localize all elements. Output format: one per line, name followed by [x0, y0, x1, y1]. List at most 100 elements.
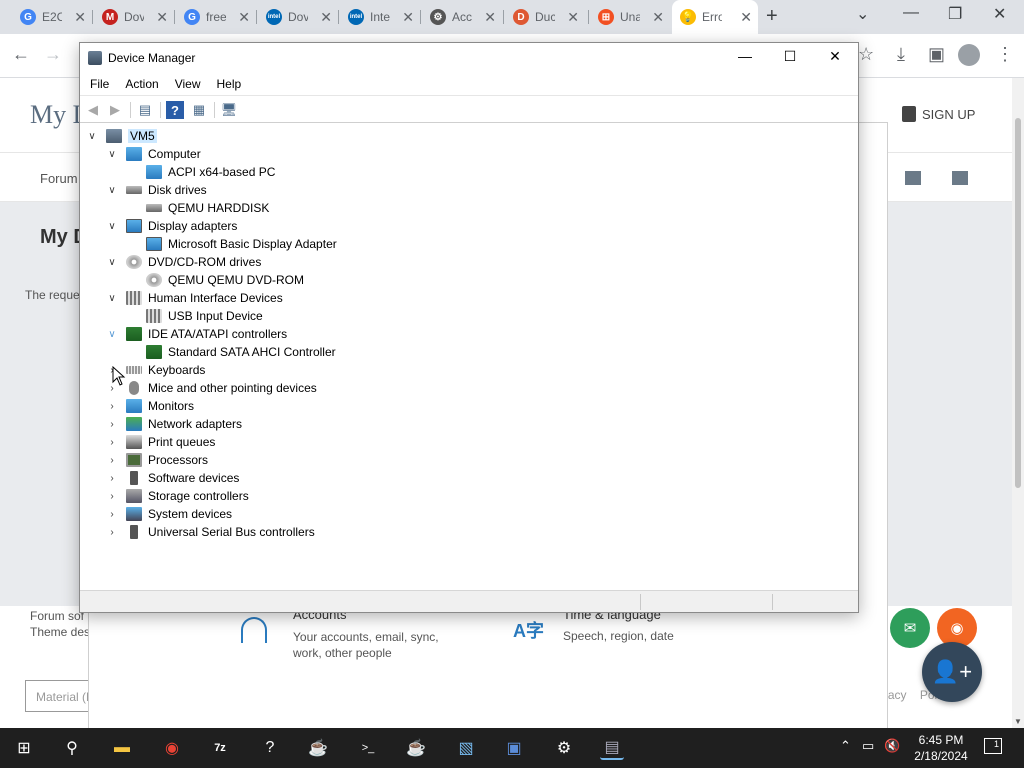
show-hidden-icons-chevron-icon[interactable]: ⌃ — [840, 738, 851, 754]
tab-close-icon[interactable]: ✕ — [740, 9, 752, 26]
java-icon-2[interactable]: ☕ — [404, 736, 428, 760]
network-app-icon[interactable]: ▧ — [454, 736, 478, 760]
command-prompt-icon[interactable]: >_ — [356, 736, 380, 760]
tree-item-monitors[interactable]: › Monitors — [106, 397, 194, 415]
collapsed-chevron-icon[interactable]: › — [106, 527, 118, 538]
scroll-down-arrow-icon[interactable]: ▼ — [1014, 717, 1022, 726]
browser-menu-icon[interactable]: ⋮ — [996, 44, 1014, 65]
browser-tab[interactable]: ⊞ Una ✕ — [590, 0, 670, 34]
sitemap-icon[interactable] — [905, 171, 921, 185]
tree-item-usb-input-device[interactable]: USB Input Device — [126, 307, 263, 325]
tree-item-computer[interactable]: ∨ Computer — [106, 145, 201, 163]
collapsed-chevron-icon[interactable]: › — [106, 491, 118, 502]
browser-tab[interactable]: ⚙ Acc ✕ — [422, 0, 502, 34]
menu-view[interactable]: View — [175, 77, 217, 91]
device-manager-title-bar[interactable]: Device Manager — ☐ ✕ — [80, 43, 858, 73]
tree-item-display-adapters[interactable]: ∨ Display adapters — [106, 217, 237, 235]
expanded-chevron-icon[interactable]: ∨ — [86, 131, 98, 142]
tree-item-qemu-harddisk[interactable]: QEMU HARDDISK — [126, 199, 269, 217]
browser-tab[interactable]: G E2C ✕ — [12, 0, 92, 34]
tree-item-mice[interactable]: › Mice and other pointing devices — [106, 379, 317, 397]
7zip-icon[interactable]: 7z — [208, 736, 232, 760]
tree-item-sata-ahci-controller[interactable]: Standard SATA AHCI Controller — [126, 343, 336, 361]
browser-tab[interactable]: D Duc ✕ — [505, 0, 585, 34]
device-manager-taskbar-icon[interactable]: ▤ — [600, 736, 624, 760]
profile-avatar[interactable] — [958, 44, 980, 66]
collapsed-chevron-icon[interactable]: › — [106, 473, 118, 484]
search-icon[interactable]: ⚲ — [60, 736, 84, 760]
scan-hardware-icon[interactable]: 🖥 — [220, 101, 238, 119]
expanded-chevron-icon[interactable]: ∨ — [106, 257, 118, 268]
network-status-icon[interactable]: ▭ — [862, 738, 874, 754]
page-scrollbar[interactable]: ▼ — [1012, 78, 1024, 728]
tab-close-icon[interactable]: ✕ — [156, 9, 168, 26]
expanded-chevron-icon[interactable]: ∨ — [106, 293, 118, 304]
collapsed-chevron-icon[interactable]: › — [106, 455, 118, 466]
download-icon[interactable]: ⤓ — [897, 44, 905, 65]
tree-item-processors[interactable]: › Processors — [106, 451, 208, 469]
menu-file[interactable]: File — [90, 77, 125, 91]
browser-tab[interactable]: intel Inte ✕ — [340, 0, 420, 34]
tree-item-network-adapters[interactable]: › Network adapters — [106, 415, 242, 433]
expanded-chevron-icon[interactable]: ∨ — [106, 221, 118, 232]
expanded-chevron-icon[interactable]: ∨ — [106, 149, 118, 160]
browser-tab[interactable]: M Dov ✕ — [94, 0, 174, 34]
close-button[interactable]: ✕ — [820, 48, 850, 65]
tab-close-icon[interactable]: ✕ — [484, 9, 496, 26]
file-explorer-icon[interactable]: ▬ — [110, 736, 134, 760]
chrome-icon[interactable]: ◉ — [160, 736, 184, 760]
expanded-chevron-icon[interactable]: ∨ — [106, 329, 118, 340]
tree-item-print-queues[interactable]: › Print queues — [106, 433, 215, 451]
tree-item-acpi-pc[interactable]: ACPI x64-based PC — [126, 163, 275, 181]
menu-action[interactable]: Action — [125, 77, 174, 91]
tree-root-vm5[interactable]: ∨ VM5 — [86, 127, 157, 145]
maximize-button[interactable]: ☐ — [775, 48, 805, 65]
tree-item-disk-drives[interactable]: ∨ Disk drives — [106, 181, 206, 199]
bookmark-star-icon[interactable]: ☆ — [858, 44, 874, 65]
tab-close-icon[interactable]: ✕ — [652, 9, 664, 26]
notification-center-icon[interactable]: 1 — [984, 738, 1002, 754]
start-windows-icon[interactable]: ⊞ — [12, 736, 36, 760]
back-arrow-icon[interactable]: ← — [12, 44, 30, 65]
tab-search-icon[interactable]: ⌄ — [856, 4, 869, 24]
tree-item-dvd-drives[interactable]: ∨ DVD/CD-ROM drives — [106, 253, 261, 271]
menu-help[interactable]: Help — [217, 77, 258, 91]
forum-nav-link[interactable]: Forum — [40, 171, 78, 186]
tab-close-icon[interactable]: ✕ — [402, 9, 414, 26]
tab-close-icon[interactable]: ✕ — [320, 9, 332, 26]
tree-item-software-devices[interactable]: › Software devices — [106, 469, 239, 487]
new-tab-button[interactable]: + — [766, 5, 778, 28]
add-user-fab-button[interactable]: 👤+ — [922, 642, 982, 702]
java-icon[interactable]: ☕ — [306, 736, 330, 760]
tree-item-ide-controllers[interactable]: ∨ IDE ATA/ATAPI controllers — [106, 325, 287, 343]
tab-close-icon[interactable]: ✕ — [74, 9, 86, 26]
tab-close-icon[interactable]: ✕ — [238, 9, 250, 26]
help-chat-icon[interactable]: ? — [258, 736, 282, 760]
tree-item-qemu-dvd-rom[interactable]: QEMU QEMU DVD-ROM — [126, 271, 304, 289]
show-hide-console-tree-icon[interactable]: ▤ — [136, 101, 154, 119]
expanded-chevron-icon[interactable]: ∨ — [106, 185, 118, 196]
page-scrollbar-thumb[interactable] — [1015, 118, 1021, 488]
settings-app-icon[interactable]: ▣ — [502, 736, 526, 760]
properties-icon[interactable]: ▦ — [190, 101, 208, 119]
minimize-browser-button[interactable]: — — [903, 4, 919, 22]
tree-item-hid[interactable]: ∨ Human Interface Devices — [106, 289, 283, 307]
tree-item-storage-controllers[interactable]: › Storage controllers — [106, 487, 249, 505]
forward-arrow-icon[interactable]: → — [44, 44, 62, 65]
browser-tab[interactable]: Gfree ✕ — [176, 0, 256, 34]
system-clock[interactable]: 6:45 PM 2/18/2024 — [906, 732, 976, 764]
mail-fab-button[interactable]: ✉ — [890, 608, 930, 648]
side-panel-icon[interactable]: ▣ — [928, 44, 945, 65]
browser-tab[interactable]: 💡 Erro ✕ — [672, 0, 758, 34]
volume-muted-icon[interactable]: 🔇 — [884, 738, 900, 754]
tree-item-system-devices[interactable]: › System devices — [106, 505, 232, 523]
browser-tab[interactable]: intel Dov ✕ — [258, 0, 338, 34]
collapsed-chevron-icon[interactable]: › — [106, 419, 118, 430]
chat-icon[interactable] — [952, 171, 968, 185]
collapsed-chevron-icon[interactable]: › — [106, 509, 118, 520]
tree-item-usb-controllers[interactable]: › Universal Serial Bus controllers — [106, 523, 315, 541]
collapsed-chevron-icon[interactable]: › — [106, 437, 118, 448]
help-icon[interactable]: ? — [166, 101, 184, 119]
back-icon[interactable]: ◀ — [84, 101, 102, 119]
tree-item-basic-display-adapter[interactable]: Microsoft Basic Display Adapter — [126, 235, 337, 253]
